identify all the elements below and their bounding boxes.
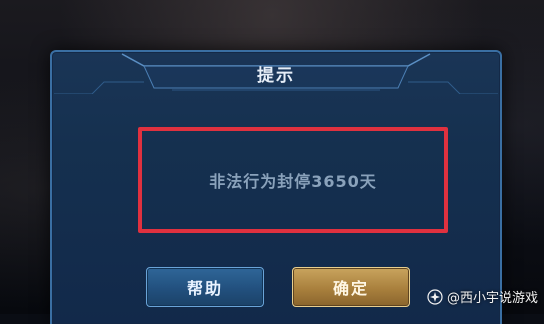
ban-message: 非法行为封停3650天	[209, 172, 377, 191]
watermark: @西小宇说游戏	[427, 287, 538, 306]
dialog-title: 提示	[257, 66, 295, 86]
message-highlight-box: 非法行为封停3650天	[138, 127, 448, 233]
confirm-button[interactable]: 确定	[292, 267, 410, 307]
notice-dialog: 提示 非法行为封停3650天 帮助 确定	[50, 50, 502, 324]
watermark-text: @西小宇说游戏	[446, 291, 538, 306]
sparkle-icon	[427, 288, 443, 305]
help-button[interactable]: 帮助	[146, 267, 264, 307]
dialog-header: 提示	[52, 52, 500, 94]
